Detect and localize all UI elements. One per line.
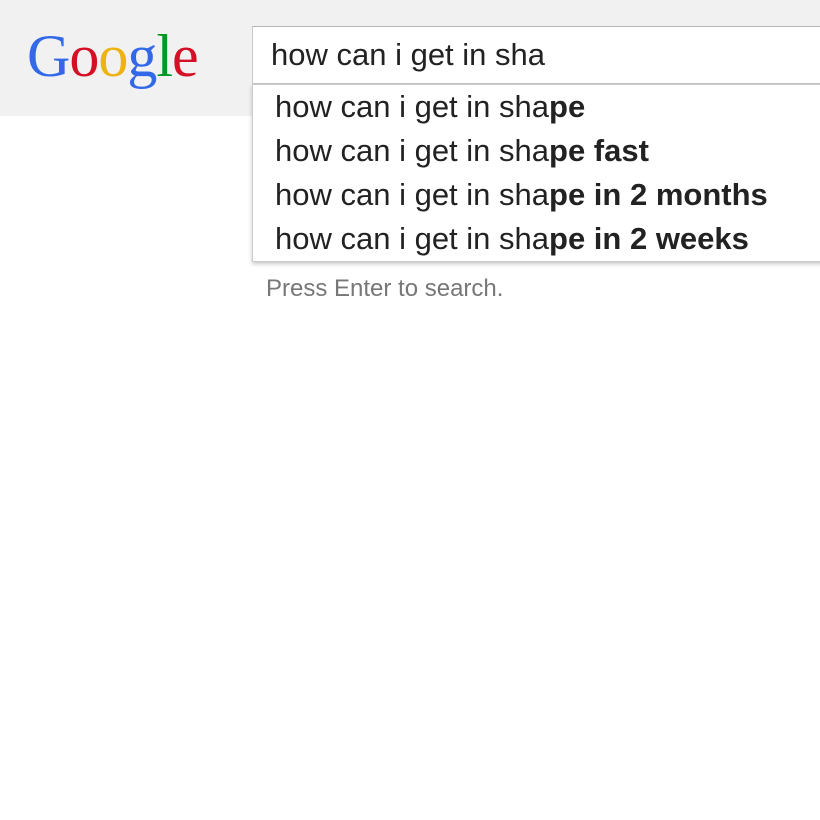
press-enter-hint: Press Enter to search. xyxy=(266,275,504,302)
logo-letter: o xyxy=(98,23,128,89)
logo-letter: G xyxy=(27,23,70,89)
suggestion-typed-text: how can i get in sha xyxy=(275,177,550,212)
suggestion-completion-text: pe in 2 months xyxy=(549,177,768,212)
search-box[interactable] xyxy=(252,26,820,84)
autocomplete-dropdown: how can i get in shape how can i get in … xyxy=(252,84,820,262)
suggestion-item[interactable]: how can i get in shape fast xyxy=(275,129,649,173)
logo-letter: g xyxy=(127,23,157,89)
suggestion-completion-text: pe xyxy=(549,89,586,124)
logo-letter: e xyxy=(172,23,199,89)
suggestion-completion-text: pe fast xyxy=(549,133,649,168)
suggestion-completion-text: pe in 2 weeks xyxy=(549,221,749,256)
google-logo[interactable]: Google xyxy=(27,16,199,96)
logo-letter: l xyxy=(156,23,173,89)
suggestion-item[interactable]: how can i get in shape xyxy=(275,85,585,129)
suggestion-typed-text: how can i get in sha xyxy=(275,221,550,256)
suggestion-item[interactable]: how can i get in shape in 2 months xyxy=(275,173,768,217)
suggestion-typed-text: how can i get in sha xyxy=(275,89,550,124)
logo-letter: o xyxy=(69,23,99,89)
suggestion-typed-text: how can i get in sha xyxy=(275,133,550,168)
search-input[interactable] xyxy=(271,27,811,83)
suggestion-item[interactable]: how can i get in shape in 2 weeks xyxy=(275,217,749,261)
